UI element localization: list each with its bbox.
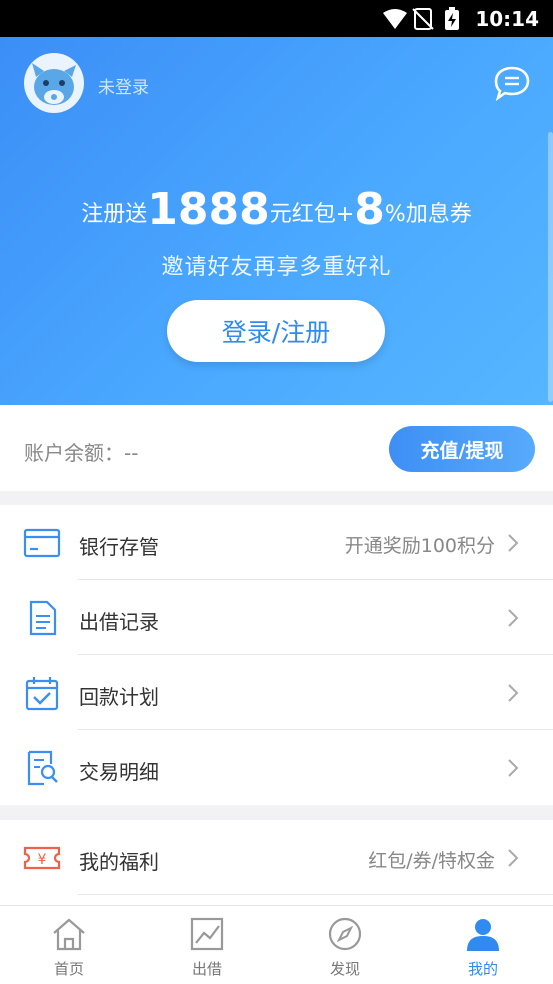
mascot-avatar-icon bbox=[32, 63, 76, 105]
no-sim-icon bbox=[412, 8, 434, 30]
battery-icon bbox=[445, 7, 459, 30]
calendar-check-icon bbox=[25, 677, 59, 711]
divider bbox=[78, 894, 553, 895]
account-balance-section: 账户余额：-- 充值/提现 bbox=[0, 405, 553, 491]
tab-label: 出借 bbox=[191, 960, 222, 978]
tab-label: 我的 bbox=[467, 960, 498, 978]
tab-label: 发现 bbox=[329, 960, 360, 978]
avatar[interactable] bbox=[24, 53, 84, 113]
status-bar: 10:14 bbox=[0, 0, 553, 37]
compass-icon bbox=[328, 917, 362, 951]
login-register-button[interactable]: 登录/注册 bbox=[167, 300, 385, 362]
coupon-icon: ¥ bbox=[23, 846, 61, 870]
menu-item-my-benefits[interactable]: ¥ 我的福利 红包/券/特权金 bbox=[0, 820, 553, 895]
chevron-right-icon bbox=[508, 849, 519, 867]
document-icon bbox=[29, 600, 57, 636]
menu-item-repayment-plan[interactable]: 回款计划 bbox=[0, 655, 553, 730]
wifi-icon bbox=[383, 9, 407, 29]
menu-item-label: 交易明细 bbox=[79, 760, 159, 784]
tab-home[interactable]: 首页 bbox=[0, 906, 138, 984]
login-status[interactable]: 未登录 bbox=[98, 73, 149, 98]
menu-item-transaction-details[interactable]: 交易明细 bbox=[0, 730, 553, 805]
recharge-withdraw-button[interactable]: 充值/提现 bbox=[389, 426, 535, 472]
chevron-right-icon bbox=[508, 534, 519, 552]
home-icon bbox=[53, 918, 85, 951]
tab-discover[interactable]: 发现 bbox=[276, 906, 414, 984]
promo-prefix: 注册送 bbox=[81, 202, 148, 227]
chevron-right-icon bbox=[508, 609, 519, 627]
profile-header: 未登录 注册送1888元红包+8%加息券 邀请好友再享多重好礼 登录/注册 bbox=[0, 37, 553, 405]
menu-item-label: 出借记录 bbox=[79, 610, 159, 634]
promo-suffix: %加息券 bbox=[384, 202, 472, 227]
chevron-right-icon bbox=[508, 684, 519, 702]
promo-headline: 注册送1888元红包+8%加息券 bbox=[0, 184, 553, 235]
user-icon bbox=[467, 919, 499, 951]
bank-card-icon bbox=[23, 528, 61, 558]
benefits-menu: ¥ 我的福利 红包/券/特权金 bbox=[0, 820, 553, 905]
menu-item-hint: 红包/券/特权金 bbox=[368, 850, 495, 872]
menu-item-label: 我的福利 bbox=[79, 850, 159, 874]
promo-rate: 8 bbox=[354, 184, 385, 235]
tab-lend[interactable]: 出借 bbox=[138, 906, 276, 984]
tab-mine[interactable]: 我的 bbox=[414, 906, 552, 984]
promo-amount: 1888 bbox=[147, 184, 270, 235]
chevron-right-icon bbox=[508, 759, 519, 777]
status-time: 10:14 bbox=[475, 7, 539, 31]
message-icon[interactable] bbox=[493, 65, 531, 101]
promo-subtitle: 邀请好友再享多重好礼 bbox=[161, 255, 392, 280]
menu-item-label: 回款计划 bbox=[79, 685, 159, 709]
search-document-icon bbox=[27, 750, 58, 786]
chart-icon bbox=[190, 917, 224, 951]
balance-label: 账户余额：-- bbox=[24, 441, 139, 465]
account-menu: 银行存管 开通奖励100积分 出借记录 回款计划 交易明细 bbox=[0, 505, 553, 805]
menu-item-bank-custody[interactable]: 银行存管 开通奖励100积分 bbox=[0, 505, 553, 580]
promo-mid: 元红包+ bbox=[269, 202, 355, 227]
svg-text:¥: ¥ bbox=[38, 852, 47, 868]
bottom-tab-bar: 首页 出借 发现 我的 bbox=[0, 905, 553, 984]
menu-item-lending-records[interactable]: 出借记录 bbox=[0, 580, 553, 655]
menu-item-hint: 开通奖励100积分 bbox=[344, 535, 495, 557]
menu-item-label: 银行存管 bbox=[79, 535, 159, 559]
tab-label: 首页 bbox=[53, 960, 84, 978]
status-icons bbox=[383, 7, 459, 30]
